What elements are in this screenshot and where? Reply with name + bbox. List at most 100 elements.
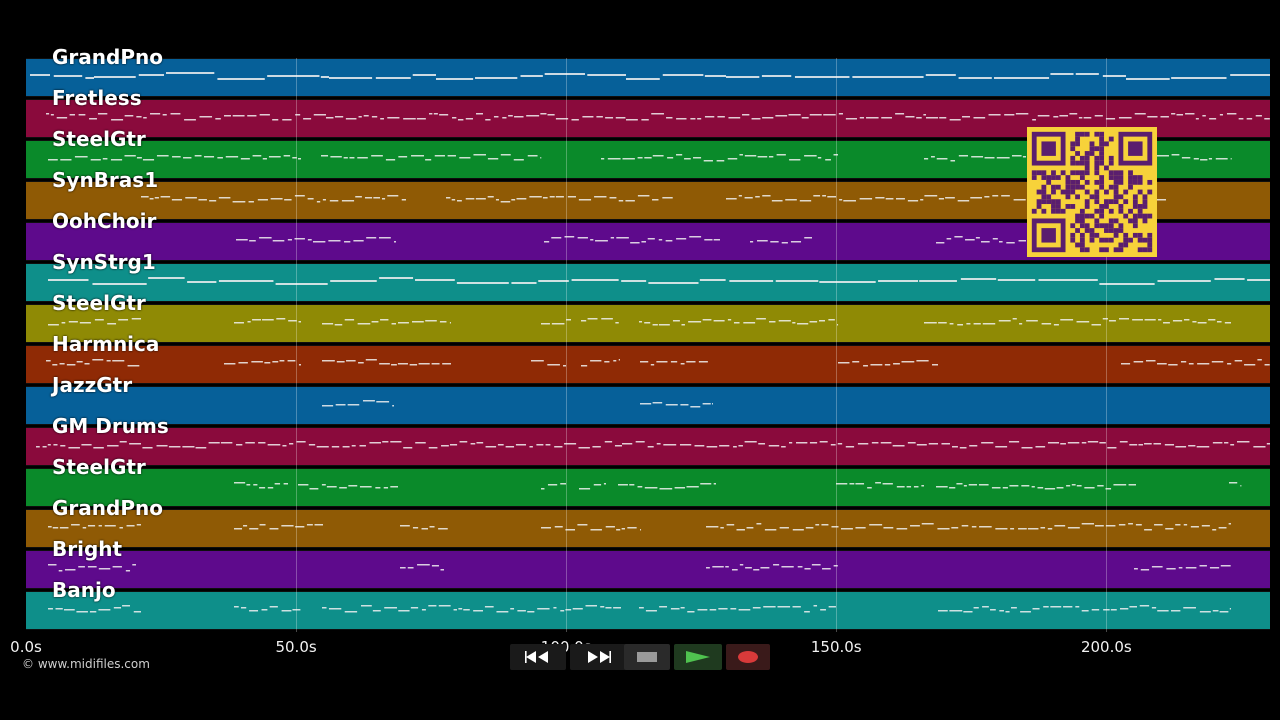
note: [1001, 195, 1010, 197]
note: [760, 567, 770, 569]
note: [893, 363, 900, 365]
note: [412, 74, 436, 76]
note: [487, 158, 499, 160]
note: [618, 200, 624, 202]
note: [48, 324, 59, 326]
note: [537, 608, 550, 610]
note: [1163, 322, 1170, 324]
note: [997, 279, 1036, 281]
note: [308, 444, 316, 446]
note: [704, 116, 715, 118]
note: [1183, 607, 1196, 609]
note: [112, 360, 125, 362]
note: [438, 605, 451, 607]
note: [42, 446, 47, 448]
note: [693, 157, 702, 159]
note: [595, 240, 608, 242]
note: [712, 566, 724, 568]
note: [381, 198, 386, 200]
note: [320, 76, 329, 78]
note: [676, 118, 687, 120]
note: [605, 117, 614, 119]
record-button[interactable]: [726, 644, 770, 670]
note: [771, 200, 783, 202]
note: [954, 236, 963, 238]
note: [527, 155, 538, 157]
note: [613, 360, 617, 362]
rewind-button[interactable]: [510, 644, 566, 670]
note: [652, 402, 663, 404]
note: [403, 118, 416, 120]
note: [132, 564, 136, 566]
note: [1133, 361, 1144, 363]
note: [684, 158, 691, 160]
note: [838, 113, 843, 115]
note: [670, 361, 678, 363]
note: [925, 74, 956, 76]
note: [776, 154, 786, 156]
note: [727, 319, 732, 321]
note: [960, 278, 997, 280]
note: [728, 117, 741, 119]
note: [391, 323, 396, 325]
note: [68, 447, 80, 449]
note: [1212, 529, 1217, 531]
note: [1168, 364, 1178, 366]
note: [857, 443, 869, 445]
note: [706, 446, 718, 448]
grid-line: [296, 58, 298, 632]
note: [896, 486, 905, 488]
note: [470, 443, 476, 445]
note: [984, 157, 995, 159]
note: [640, 403, 652, 405]
note: [924, 158, 929, 160]
note: [98, 525, 102, 527]
note: [433, 113, 438, 115]
note: [1021, 485, 1030, 487]
note: [89, 118, 97, 120]
note: [1196, 446, 1210, 448]
fast-forward-button[interactable]: [570, 644, 626, 670]
note: [502, 117, 507, 119]
note: [407, 567, 414, 569]
note: [613, 607, 621, 609]
note: [969, 445, 978, 447]
time-tick-label: 200.0s: [1080, 638, 1132, 656]
note: [53, 75, 83, 77]
note: [279, 360, 285, 362]
note: [1075, 606, 1080, 608]
note: [313, 241, 326, 243]
stop-button[interactable]: [624, 644, 670, 670]
note: [1171, 610, 1181, 612]
note: [729, 280, 774, 282]
note: [529, 196, 542, 198]
play-button[interactable]: [674, 644, 722, 670]
note: [379, 277, 414, 279]
note: [622, 443, 633, 445]
note: [540, 113, 547, 115]
note: [578, 447, 590, 449]
track-name: SynStrg1: [52, 250, 156, 274]
note: [359, 445, 366, 447]
note: [1044, 488, 1056, 490]
note: [375, 77, 411, 79]
note: [930, 156, 935, 158]
note: [790, 241, 802, 243]
note: [391, 364, 397, 366]
note: [662, 197, 673, 199]
note: [984, 196, 990, 198]
note: [618, 359, 620, 361]
note: [650, 364, 655, 366]
note: [431, 565, 439, 567]
note: [937, 528, 950, 530]
note: [248, 201, 254, 203]
note: [936, 486, 948, 488]
note: [924, 195, 938, 197]
note: [1238, 118, 1244, 120]
note: [885, 198, 894, 200]
grid-line: [836, 58, 838, 632]
note: [892, 445, 905, 447]
note: [124, 115, 134, 117]
note: [183, 157, 192, 159]
note: [1081, 610, 1089, 612]
